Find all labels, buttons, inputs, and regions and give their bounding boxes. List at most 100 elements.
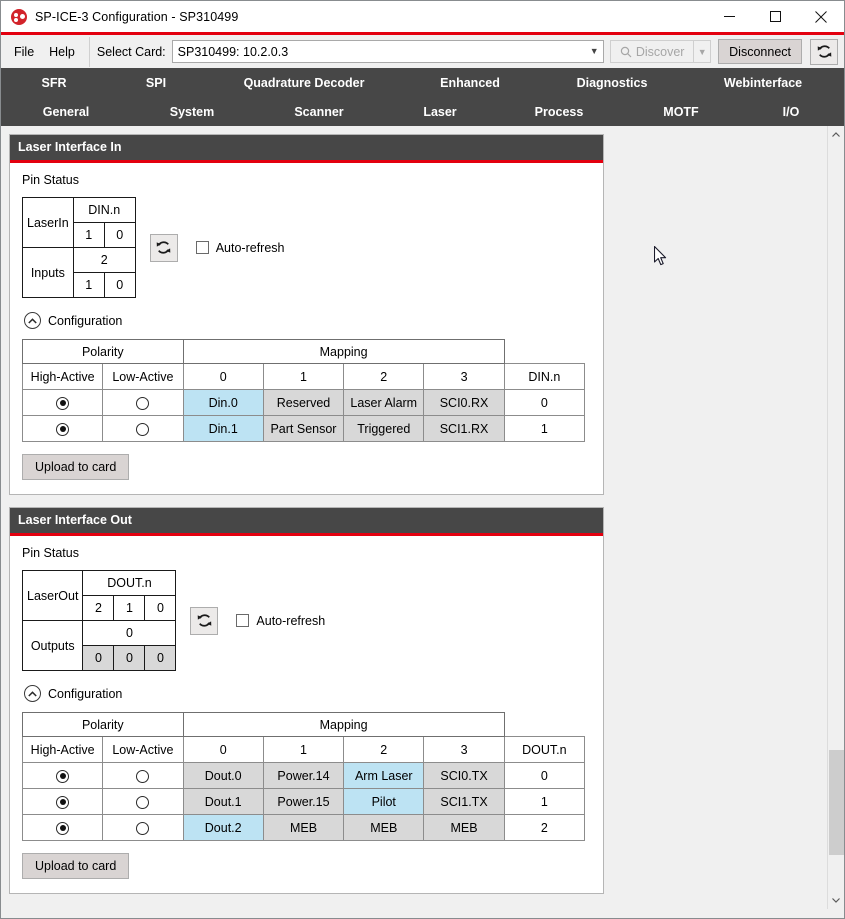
scrollbar-track[interactable] [828,143,845,892]
low-active-radio[interactable] [136,769,150,783]
nav-tab-scanner[interactable]: Scanner [294,105,343,119]
high-active-radio[interactable] [56,396,70,410]
minimize-icon[interactable] [706,1,752,32]
high-active-radio-cell[interactable] [21,389,104,416]
mapping-cell[interactable]: MEB [262,814,345,841]
mapping-cell[interactable]: Reserved [262,389,345,416]
auto-refresh-checkbox-in[interactable] [195,241,209,254]
high-active-radio-cell[interactable] [21,762,104,789]
mapping-cell[interactable]: Power.14 [262,762,345,789]
nav-tab-process[interactable]: Process [535,105,584,119]
nav-tab-quadrature-decoder[interactable]: Quadrature Decoder [244,76,365,90]
disconnect-button[interactable]: Disconnect [718,39,802,64]
pin-status-in: LaserIn DIN.n 1 0 Inputs 2 1 0 Auto-refr… [22,197,591,298]
auto-refresh-out[interactable]: Auto-refresh [236,614,325,628]
mapping-index-cell: 1 [503,415,586,442]
mapping-cell[interactable]: Arm Laser [343,762,425,789]
mapping-cell[interactable]: Pilot [343,788,425,815]
mapping-header-polarity: Polarity [22,339,184,364]
nav-row-bottom: General System Scanner Laser Process MOTF I/O [1,97,844,126]
pin-bit-label: 0 [144,595,177,621]
high-active-radio[interactable] [56,821,70,835]
low-active-radio-cell[interactable] [102,788,184,815]
mapping-index-cell: 0 [503,389,586,416]
auto-refresh-checkbox-out[interactable] [236,614,250,627]
mapping-cell[interactable]: MEB [423,814,505,841]
mapping-row: Din.1 Part Sensor Triggered SCI1.RX 1 [21,415,586,442]
toolbar-refresh-button[interactable] [810,38,838,65]
high-active-radio[interactable] [56,769,70,783]
configuration-toggle-out[interactable]: Configuration [24,685,591,702]
mapping-subheader-map-col-3: 3 [423,736,505,763]
auto-refresh-in[interactable]: Auto-refresh [195,241,284,255]
mapping-cell[interactable]: Dout.2 [182,814,264,841]
mapping-subheader-map-col-2: 2 [343,363,425,390]
nav-tab-i-o[interactable]: I/O [783,105,800,119]
refresh-button-out[interactable] [190,606,219,635]
scroll-down-icon[interactable] [828,892,845,909]
mapping-cell[interactable]: Laser Alarm [343,389,425,416]
high-active-radio[interactable] [56,422,70,436]
configuration-toggle-in[interactable]: Configuration [24,312,591,329]
mapping-cell[interactable]: SCI1.TX [423,788,505,815]
mapping-cell[interactable]: Dout.0 [182,762,264,789]
mapping-cell[interactable]: Part Sensor [262,415,345,442]
nav-tab-motf[interactable]: MOTF [663,105,698,119]
mapping-cell[interactable]: SCI1.RX [423,415,505,442]
nav-tab-spi[interactable]: SPI [146,76,166,90]
select-card-dropdown[interactable]: SP310499: 10.2.0.3 ▼ [171,40,605,63]
low-active-radio[interactable] [136,795,150,809]
scrollbar-thumb[interactable] [828,749,844,855]
mapping-table-in: Polarity Mapping High-Active Low-Active 0 1 2 3… [21,339,586,442]
mapping-cell[interactable]: SCI0.RX [423,389,505,416]
nav-tab-general[interactable]: General [43,105,90,119]
nav-tab-system[interactable]: System [170,105,214,119]
close-icon[interactable] [798,1,844,32]
mapping-cell[interactable]: Din.0 [182,389,264,416]
mapping-header-mapping: Mapping [182,712,505,737]
upload-to-card-button-in[interactable]: Upload to card [22,454,130,480]
pin-row-label-laserin: LaserIn [22,197,74,248]
high-active-radio-cell[interactable] [21,814,104,841]
pin-bit-label: 1 [113,595,146,621]
content-area: Laser Interface In Pin Status LaserIn DI… [1,126,844,909]
maximize-icon[interactable] [752,1,798,32]
mapping-index-cell: 0 [503,762,586,789]
discover-dropdown-arrow[interactable]: ▼ [693,40,712,63]
vertical-scrollbar[interactable] [827,126,844,909]
mapping-cell[interactable]: Din.1 [182,415,264,442]
upload-to-card-button-out[interactable]: Upload to card [22,853,130,879]
nav-tab-sfr[interactable]: SFR [42,76,67,90]
pin-status-table-out: LaserOut DOUT.n 2 1 0 Outputs 0 0 0 0 [21,570,177,671]
scroll-up-icon[interactable] [828,126,845,143]
low-active-radio-cell[interactable] [102,389,184,416]
mapping-cell[interactable]: SCI0.TX [423,762,505,789]
nav-tab-webinterface[interactable]: Webinterface [724,76,802,90]
low-active-radio-cell[interactable] [102,814,184,841]
mapping-table-out: Polarity Mapping High-Active Low-Active 0 1 2 3… [21,712,586,841]
refresh-icon [197,614,212,627]
mapping-cell[interactable]: Dout.1 [182,788,264,815]
nav-tab-laser[interactable]: Laser [423,105,456,119]
low-active-radio[interactable] [136,821,150,835]
low-active-radio-cell[interactable] [102,762,184,789]
mapping-subheader-index-col: DIN.n [503,363,586,390]
low-active-radio[interactable] [136,422,150,436]
low-active-radio[interactable] [136,396,150,410]
mapping-subheader-map-col-3: 3 [423,363,505,390]
high-active-radio[interactable] [56,795,70,809]
mapping-cell[interactable]: Triggered [343,415,425,442]
menu-file[interactable]: File [7,42,41,62]
mapping-cell[interactable]: MEB [343,814,425,841]
nav-tab-diagnostics[interactable]: Diagnostics [577,76,648,90]
high-active-radio-cell[interactable] [21,788,104,815]
high-active-radio-cell[interactable] [21,415,104,442]
menu-help[interactable]: Help [42,42,82,62]
pin-output-bit: 0 [113,645,146,671]
nav-tab-enhanced[interactable]: Enhanced [440,76,500,90]
discover-button[interactable]: Discover [610,40,694,63]
refresh-button-in[interactable] [149,233,178,262]
refresh-icon [156,241,171,254]
mapping-cell[interactable]: Power.15 [262,788,345,815]
low-active-radio-cell[interactable] [102,415,184,442]
